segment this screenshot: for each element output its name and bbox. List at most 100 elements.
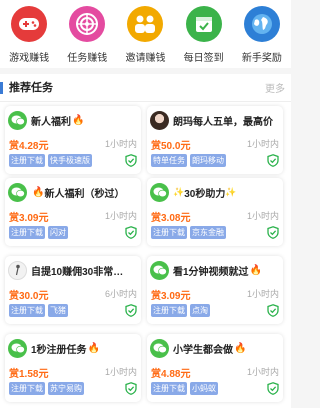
task-tag: 注册下载 [9, 154, 45, 167]
task-tag: 闪对 [48, 226, 68, 239]
task-card[interactable]: 小学生都会做 🔥 赏4.88元 1小时内注册下载 小蚂蚁 [147, 334, 283, 402]
task-title-row: 看1分钟视频就过 🔥 [150, 260, 280, 280]
task-card[interactable]: 自提10赚佣30非常… 赏30.0元 6小时内注册下载 飞猪 [5, 256, 141, 324]
stick-figure-avatar-icon [8, 260, 27, 280]
task-title: 30秒助力 [184, 188, 226, 200]
task-card[interactable]: 朗玛每人五单，最高价赏50.0元 1小时内特单任务 朗玛移动 [147, 106, 283, 174]
verified-shield-icon [267, 304, 279, 317]
wechat-avatar-icon [8, 182, 27, 202]
globe-icon [243, 6, 280, 42]
more-link[interactable]: 更多 [265, 80, 285, 95]
verified-shield-icon [267, 226, 279, 239]
reward-amount: 赏3.09元 [9, 213, 49, 224]
nav-item-3[interactable]: 每日签到 [175, 0, 233, 68]
task-title: 朗玛每人五单，最高价 [173, 116, 273, 128]
reward-amount: 赏1.58元 [9, 369, 49, 380]
section-title: 推荐任务 [0, 81, 53, 94]
tag-list: 注册下载 闪对 [9, 226, 68, 239]
reward-amount: 赏30.0元 [9, 291, 49, 302]
task-title: 自提10赚佣30非常… [31, 266, 124, 278]
task-title-row: 朗玛每人五单，最高价 [150, 110, 280, 130]
task-title: 小学生都会做 [173, 344, 233, 356]
gamepad-icon [11, 6, 48, 42]
time-limit: 1小时内 [104, 367, 137, 377]
user-avatar-photo [150, 110, 169, 130]
verified-shield-icon [125, 154, 137, 167]
tag-list: 注册下载 京东金融 [151, 226, 226, 239]
tag-list: 注册下载 小蚂蚁 [151, 382, 218, 395]
wechat-avatar-icon [8, 338, 27, 358]
verified-shield-icon [125, 226, 137, 239]
task-tag: 注册下载 [9, 304, 45, 317]
nav-label: 任务赚钱 [67, 53, 108, 64]
task-tag: 小蚂蚁 [190, 382, 218, 395]
task-title-row: 小学生都会做 🔥 [150, 338, 280, 358]
task-title: 看1分钟视频就过 [173, 266, 249, 278]
task-card[interactable]: ✨ 30秒助力 ✨ 赏3.08元 1小时内注册下载 京东金融 [147, 178, 283, 246]
time-limit: 6小时内 [104, 289, 137, 299]
wechat-avatar-icon [150, 182, 169, 202]
wechat-avatar-icon [150, 338, 169, 358]
sparkle-icon: ✨ [225, 186, 237, 197]
task-tag: 注册下载 [151, 226, 187, 239]
nav-item-0[interactable]: 游戏赚钱 [0, 0, 58, 68]
calendar-check-icon [185, 6, 222, 42]
time-limit: 1小时内 [246, 139, 279, 149]
time-limit: 1小时内 [246, 211, 279, 221]
task-title-row: 新人福利 🔥 [8, 110, 138, 130]
task-card[interactable]: 🔥 新人福利（秒过） 赏3.09元 1小时内注册下载 闪对 [5, 178, 141, 246]
fire-icon: 🔥 [32, 186, 45, 198]
task-title: 新人福利（秒过） [44, 188, 125, 200]
tag-list: 特单任务 朗玛移动 [151, 154, 226, 167]
task-card[interactable]: 看1分钟视频就过 🔥 赏3.09元 1小时内注册下载 点淘 [147, 256, 283, 324]
task-tag: 点淘 [190, 304, 210, 317]
tag-list: 注册下载 快手极速版 [9, 154, 92, 167]
fire-icon: 🔥 [234, 342, 247, 354]
fire-icon: 🔥 [87, 342, 101, 354]
task-tag: 京东金融 [190, 226, 226, 239]
time-limit: 1小时内 [104, 139, 137, 149]
tag-list: 注册下载 点淘 [151, 304, 210, 317]
target-icon [69, 6, 106, 42]
users-icon [127, 6, 164, 42]
verified-shield-icon [267, 382, 279, 395]
section-header: 推荐任务 更多 [0, 74, 291, 102]
nav-label: 新手奖励 [241, 53, 282, 64]
task-tag: 朗玛移动 [190, 154, 226, 167]
task-title-row: 🔥 新人福利（秒过） [8, 182, 138, 202]
nav-item-2[interactable]: 邀请赚钱 [116, 0, 174, 68]
reward-amount: 赏4.28元 [9, 141, 49, 152]
task-tag: 注册下载 [9, 226, 45, 239]
task-tag: 注册下载 [151, 304, 187, 317]
time-limit: 1小时内 [104, 211, 137, 221]
reward-amount: 赏3.09元 [151, 291, 191, 302]
task-title: 1秒注册任务 [31, 344, 87, 356]
wechat-avatar-icon [150, 260, 169, 280]
time-limit: 1小时内 [246, 367, 279, 377]
task-card[interactable]: 新人福利 🔥 赏4.28元 1小时内注册下载 快手极速版 [5, 106, 141, 174]
task-tag: 飞猪 [48, 304, 68, 317]
task-title-row: 1秒注册任务 🔥 [8, 338, 138, 358]
task-tag: 快手极速版 [48, 154, 92, 167]
task-tag: 特单任务 [151, 154, 187, 167]
task-title-row: 自提10赚佣30非常… [8, 260, 138, 280]
reward-amount: 赏4.88元 [151, 369, 191, 380]
wechat-avatar-icon [8, 110, 27, 130]
fire-icon: 🔥 [72, 114, 85, 126]
task-title-row: ✨ 30秒助力 ✨ [150, 182, 280, 202]
verified-shield-icon [125, 304, 137, 317]
task-tag: 注册下载 [151, 382, 187, 395]
nav-item-4[interactable]: 新手奖励 [233, 0, 291, 68]
nav-item-1[interactable]: 任务赚钱 [58, 0, 116, 68]
nav-label: 每日签到 [183, 53, 224, 64]
verified-shield-icon [267, 154, 279, 167]
task-title: 新人福利 [31, 116, 71, 128]
task-card[interactable]: 1秒注册任务 🔥 赏1.58元 1小时内 注册下载 苏宁易购 [5, 334, 141, 402]
nav-label: 邀请赚钱 [125, 53, 166, 64]
time-limit: 1小时内 [246, 289, 279, 299]
verified-shield-icon [125, 382, 137, 395]
reward-amount: 赏50.0元 [151, 141, 191, 152]
task-tag: 注册下载 [9, 382, 45, 395]
reward-amount: 赏3.08元 [151, 213, 191, 224]
tag-list: 注册下载 飞猪 [9, 304, 68, 317]
